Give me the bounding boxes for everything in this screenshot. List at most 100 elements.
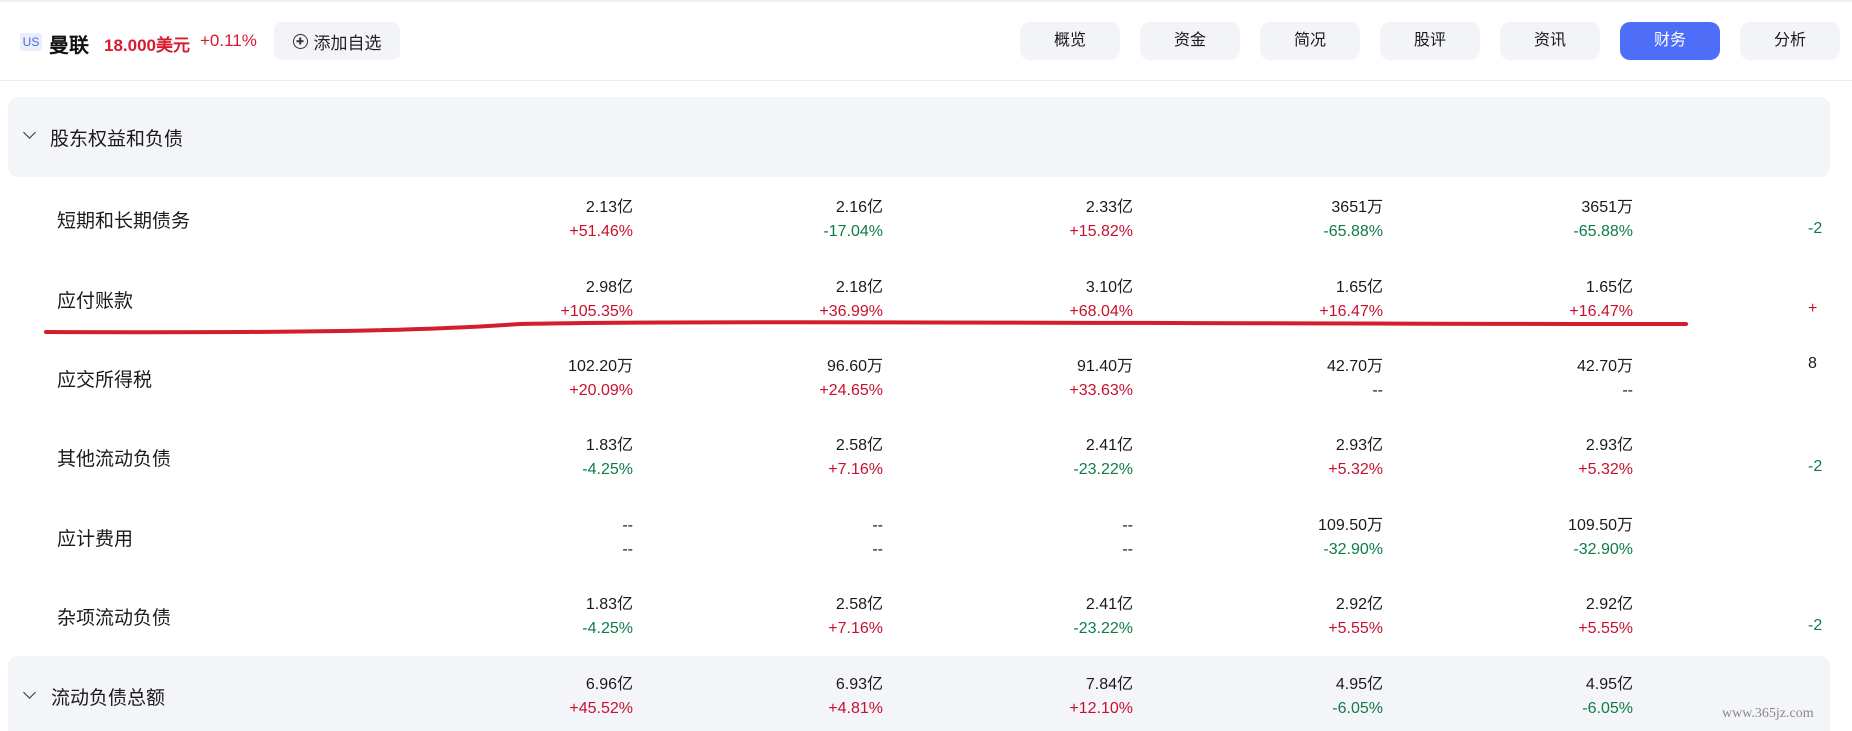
plus-circle-icon [292,33,308,49]
table-cell: 4.95亿 -6.05% [1223,673,1383,721]
cell-value: 1.65亿 [1585,279,1633,296]
cell-change: +51.46% [569,223,633,240]
table-cell: 7.84亿 +12.10% [973,673,1133,721]
cell-value: 2.92亿 [1335,596,1383,613]
stock-change: +0.11% [200,31,257,50]
cell-value: 109.50万 [1318,517,1383,534]
cell-value: 1.83亿 [585,596,633,613]
cell-value: 2.33亿 [1085,199,1133,216]
table-cell: 2.93亿 +5.32% [1223,434,1383,482]
cell-change: -23.22% [1073,620,1133,637]
table-cell: 42.70万 -- [1473,355,1633,403]
cell-change: +36.99% [819,303,883,320]
table-cell: 2.58亿 +7.16% [723,434,883,482]
tab-analysis[interactable]: 分析 [1740,22,1840,60]
table-cell: 2.92亿 +5.55% [1473,593,1633,641]
cell-value: 102.20万 [568,358,633,375]
row-label: 杂项流动负债 [57,608,172,629]
cell-change: +5.32% [1328,461,1383,478]
table-cell: 1.83亿 -4.25% [473,434,633,482]
table-cell: 96.60万 +24.65% [723,355,883,403]
cell-value: 1.65亿 [1335,279,1383,296]
table-cell: 42.70万 -- [1223,355,1383,403]
cell-change: -23.22% [1073,461,1133,478]
cell-value: 3.10亿 [1085,279,1133,296]
cell-value: 1.83亿 [585,437,633,454]
clipped-cell-change: -2 [1808,617,1823,634]
tab-profile[interactable]: 简况 [1260,22,1360,60]
table-cell: 2.41亿 -23.22% [973,434,1133,482]
cell-value: 42.70万 [1576,358,1633,375]
cell-change: -6.05% [1332,700,1383,717]
cell-change: +5.32% [1578,461,1633,478]
cell-change: -32.90% [1573,541,1633,558]
table-cell: 3651万 -65.88% [1473,196,1633,244]
cell-change: -4.25% [582,461,633,478]
cell-value: 2.18亿 [835,279,883,296]
cell-change: +5.55% [1578,620,1633,637]
table-cell: 6.96亿 +45.52% [473,673,633,721]
cell-value: 91.40万 [1076,358,1133,375]
cell-value: 4.95亿 [1585,676,1633,693]
cell-change: +20.09% [569,382,633,399]
cell-change: -- [1122,541,1133,558]
add-watchlist-button[interactable]: 添加自选 [274,22,400,60]
cell-change: -- [872,541,883,558]
stock-price: 18.000美元 [104,36,190,55]
cell-value: 2.93亿 [1335,437,1383,454]
table-cell: 102.20万 +20.09% [473,355,633,403]
table-cell: 3651万 -65.88% [1223,196,1383,244]
cell-value: -- [1122,517,1133,534]
section-header[interactable] [8,97,1830,177]
cell-change: +24.65% [819,382,883,399]
table-cell: 3.10亿 +68.04% [973,276,1133,324]
cell-value: 2.41亿 [1085,596,1133,613]
cell-value: -- [872,517,883,534]
table-cell: 2.18亿 +36.99% [723,276,883,324]
table-cell: 2.92亿 +5.55% [1223,593,1383,641]
row-label: 短期和长期债务 [57,211,191,232]
section-title: 股东权益和负债 [50,129,184,150]
tab-comments[interactable]: 股评 [1380,22,1480,60]
cell-change: +7.16% [828,620,883,637]
table-cell: 2.93亿 +5.32% [1473,434,1633,482]
table-cell: 109.50万 -32.90% [1223,514,1383,562]
table-cell: -- -- [973,514,1133,562]
watermark: www.365jz.com [1722,706,1814,721]
cell-value: -- [622,517,633,534]
cell-change: -65.88% [1323,223,1383,240]
table-cell: 2.13亿 +51.46% [473,196,633,244]
add-watchlist-label: 添加自选 [313,33,382,53]
cell-change: +16.47% [1569,303,1633,320]
cell-value: 96.60万 [826,358,883,375]
cell-value: 3651万 [1331,199,1383,216]
stock-header: US 曼联 18.000美元 +0.11% 添加自选 概览 资金 简况 股评 资… [0,0,1852,81]
cell-value: 4.95亿 [1335,676,1383,693]
table-cell: 2.41亿 -23.22% [973,593,1133,641]
cell-value: 2.98亿 [585,279,633,296]
table-cell: 1.83亿 -4.25% [473,593,633,641]
cell-value: 3651万 [1581,199,1633,216]
cell-value: 109.50万 [1568,517,1633,534]
row-label: 其他流动负债 [57,449,172,470]
tab-news[interactable]: 资讯 [1500,22,1600,60]
market-badge: US [20,33,42,51]
cell-change: -- [622,541,633,558]
cell-change: -- [1622,382,1633,399]
table-cell: 6.93亿 +4.81% [723,673,883,721]
cell-change: +68.04% [1069,303,1133,320]
cell-value: 7.84亿 [1085,676,1133,693]
clipped-cell-change: -2 [1808,220,1823,237]
cell-change: -32.90% [1323,541,1383,558]
tab-financials[interactable]: 财务 [1620,22,1720,60]
cell-change: +105.35% [560,303,633,320]
table-cell: 2.16亿 -17.04% [723,196,883,244]
cell-change: +33.63% [1069,382,1133,399]
cell-change: +5.55% [1328,620,1383,637]
cell-change: +15.82% [1069,223,1133,240]
tab-overview[interactable]: 概览 [1020,22,1120,60]
tab-capital[interactable]: 资金 [1140,22,1240,60]
cell-change: -17.04% [823,223,883,240]
clipped-cell-change: -2 [1808,458,1823,475]
cell-value: 2.58亿 [835,596,883,613]
